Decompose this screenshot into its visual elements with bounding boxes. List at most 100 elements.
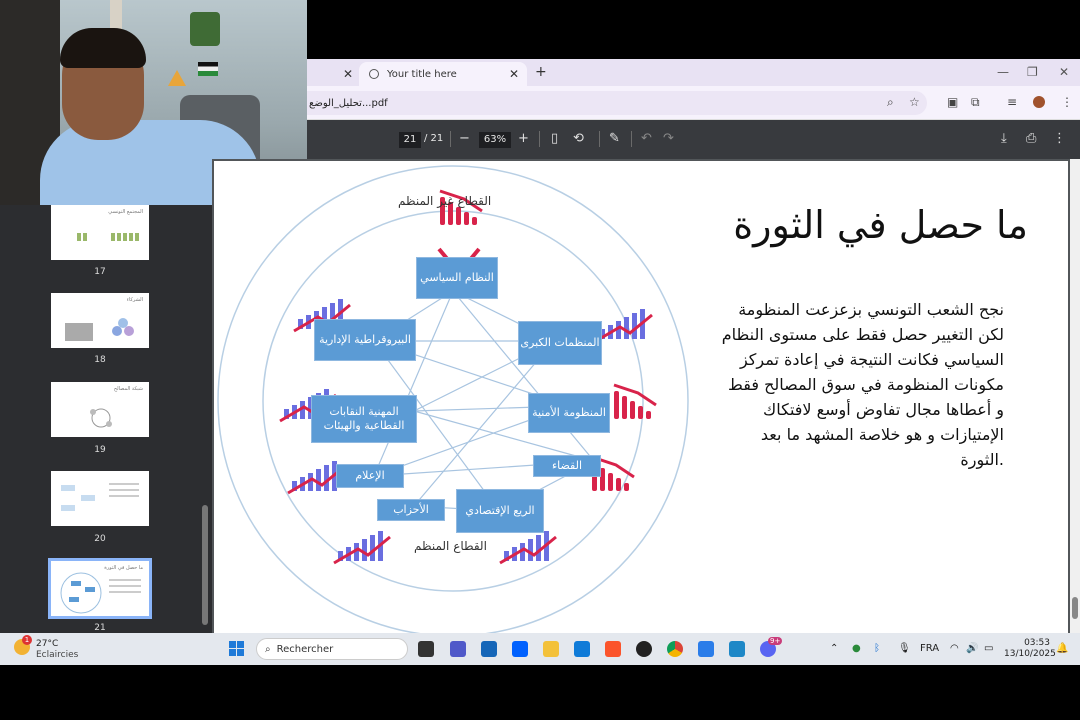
taskbar-search[interactable]: ⌕ Rechercher — [256, 638, 408, 660]
dropbox-icon[interactable] — [512, 641, 528, 657]
thumbnail-page-17[interactable]: المجتمع التونسي — [51, 205, 149, 260]
close-window-button[interactable]: ✕ — [1059, 65, 1069, 79]
viewer-scrollbar-thumb[interactable] — [1072, 597, 1078, 619]
tab-title: Your title here — [387, 68, 457, 80]
media-icon[interactable]: ≡ — [1007, 96, 1017, 108]
minimize-button[interactable]: — — [997, 65, 1009, 79]
zoom-out-button[interactable]: − — [459, 131, 470, 146]
more-options-icon[interactable]: ⋮ — [1053, 131, 1066, 146]
thumbnail-page-19[interactable]: شبكة المصالح — [51, 382, 149, 437]
app-icon[interactable] — [698, 641, 714, 657]
thumbnail-label: 17 — [94, 267, 106, 277]
photos-icon[interactable] — [729, 641, 745, 657]
tray-overflow-icon[interactable]: ⌃ — [830, 643, 838, 654]
rising-bars-icon — [333, 531, 391, 565]
file-explorer-icon[interactable] — [543, 641, 559, 657]
pdf-viewer: القطاع غير المنظم القطاع المنظم النظام ا… — [212, 159, 1080, 633]
new-tab-button[interactable]: + — [535, 64, 547, 80]
box-economic-rent: الريع الإقتصادي — [456, 489, 544, 533]
download-icon[interactable]: ⤓ — [1001, 131, 1007, 146]
address-bar[interactable]: تحليل_الوضع...pdf — [307, 91, 927, 115]
tab-previous[interactable]: ✕ — [307, 62, 357, 86]
chrome-icon[interactable] — [667, 641, 683, 657]
search-icon: ⌕ — [265, 643, 271, 655]
zoom-icon[interactable]: ⌕ — [887, 96, 894, 108]
body-line: نجح الشعب التونسي بزعزعت المنظومة — [738, 300, 1004, 319]
volume-icon[interactable]: 🔊 — [966, 643, 978, 654]
page-total: / 21 — [424, 133, 444, 144]
box-parties: الأحزاب — [377, 499, 445, 521]
thumbnail-page-18[interactable]: الشركاء — [51, 293, 149, 348]
outer-top-label: القطاع غير المنظم — [398, 194, 492, 208]
toolbar-divider — [631, 131, 632, 147]
rotate-icon[interactable]: ⟲ — [573, 131, 584, 146]
clock-date: 13/10/2025 — [1004, 649, 1056, 659]
screenshot-icon[interactable]: ▣ — [947, 96, 958, 108]
teams-icon[interactable] — [450, 641, 466, 657]
obs-icon[interactable] — [636, 641, 652, 657]
rising-bars-icon — [499, 531, 557, 565]
taskbar-clock[interactable]: 03:53 13/10/2025 — [1004, 638, 1056, 660]
toolbar-divider — [539, 131, 540, 147]
toolbar-divider — [599, 131, 600, 147]
falling-bars-icon — [613, 383, 657, 419]
weather-badge: 1 — [22, 635, 32, 645]
tab-active[interactable]: Your title here ✕ — [359, 62, 527, 86]
notification-bell-icon[interactable]: 🔔 — [1056, 643, 1068, 654]
store-icon[interactable] — [574, 641, 590, 657]
microphone-icon[interactable]: 🎙 — [898, 643, 911, 654]
bookmark-star-icon[interactable]: ☆ — [909, 96, 920, 108]
battery-icon[interactable]: ▭ — [984, 643, 993, 654]
slide-title: ما حصل في الثورة — [733, 203, 1028, 247]
thumbnail-page-20[interactable] — [51, 471, 149, 526]
webcam-flag — [198, 62, 218, 76]
thumbnail-sidebar: المجتمع التونسي 17 الشركاء 18 شبكة المصا… — [0, 205, 212, 633]
box-security-system: المنظومة الأمنية — [528, 393, 610, 433]
undo-icon[interactable]: ↶ — [641, 131, 652, 146]
restore-button[interactable]: ❐ — [1027, 65, 1038, 79]
body-line: السياسي فكانت النتيجة في إعادة تمركز — [739, 350, 1004, 369]
thumbnail-figure — [65, 318, 134, 341]
page-number-input[interactable]: 21 — [399, 132, 421, 148]
thumbnail-label: 18 — [94, 355, 106, 365]
box-political-system: النظام السياسي — [416, 257, 498, 299]
slide-body: نجح الشعب التونسي بزعزعت المنظومة لكن ال… — [714, 297, 1004, 472]
profile-avatar[interactable] — [1033, 96, 1045, 108]
menu-kebab-icon[interactable]: ⋮ — [1061, 96, 1073, 108]
box-media: الإعلام — [336, 464, 404, 488]
thumbnail-page-21[interactable]: ما حصل في الثورة — [48, 558, 152, 619]
pdf-page: القطاع غير المنظم القطاع المنظم النظام ا… — [214, 161, 1068, 633]
tray-app-icon[interactable]: ● — [852, 643, 861, 654]
outer-bottom-label: القطاع المنظم — [414, 539, 487, 553]
zoom-in-button[interactable]: + — [518, 131, 529, 146]
body-line: لكن التغيير حصل فقط على مستوى النظام — [721, 325, 1004, 344]
redo-icon[interactable]: ↷ — [663, 131, 674, 146]
task-view-icon[interactable] — [418, 641, 434, 657]
fit-page-icon[interactable]: ▯ — [551, 131, 558, 146]
screen: ✕ Your title here ✕ + — ❐ ✕ تحليل_الوضع.… — [0, 0, 1080, 720]
language-indicator[interactable]: FRA — [920, 643, 939, 654]
toolbar-divider — [450, 131, 451, 147]
app-icon[interactable] — [481, 641, 497, 657]
print-icon[interactable]: ⎙ — [1026, 131, 1036, 146]
windows-start-icon[interactable] — [229, 641, 245, 657]
url-text: تحليل_الوضع...pdf — [309, 97, 388, 109]
sidebar-scrollbar[interactable] — [202, 505, 208, 625]
thumbnail-figure — [90, 408, 112, 428]
close-tab-icon[interactable]: ✕ — [509, 67, 519, 81]
wifi-icon[interactable]: ◠ — [950, 643, 959, 654]
close-tab-icon[interactable]: ✕ — [343, 67, 353, 81]
box-judiciary: القضاء — [533, 455, 601, 477]
extensions-icon[interactable]: ⧉ — [971, 96, 980, 108]
clock-time: 03:53 — [1024, 638, 1050, 648]
thumbnail-label: 21 — [94, 623, 106, 633]
annotate-icon[interactable]: ✎ — [609, 131, 620, 146]
thumbnail-label: 20 — [94, 534, 106, 544]
browser-tab-bar: ✕ Your title here ✕ + — ❐ ✕ — [307, 59, 1080, 86]
brave-icon[interactable] — [605, 641, 621, 657]
webcam-person-hair — [60, 28, 146, 68]
bluetooth-icon[interactable]: ᛒ — [874, 643, 880, 654]
body-line: .الثورة — [960, 450, 1004, 469]
zoom-level-input[interactable]: 63% — [479, 132, 511, 148]
viewer-scrollbar[interactable] — [1070, 159, 1080, 633]
